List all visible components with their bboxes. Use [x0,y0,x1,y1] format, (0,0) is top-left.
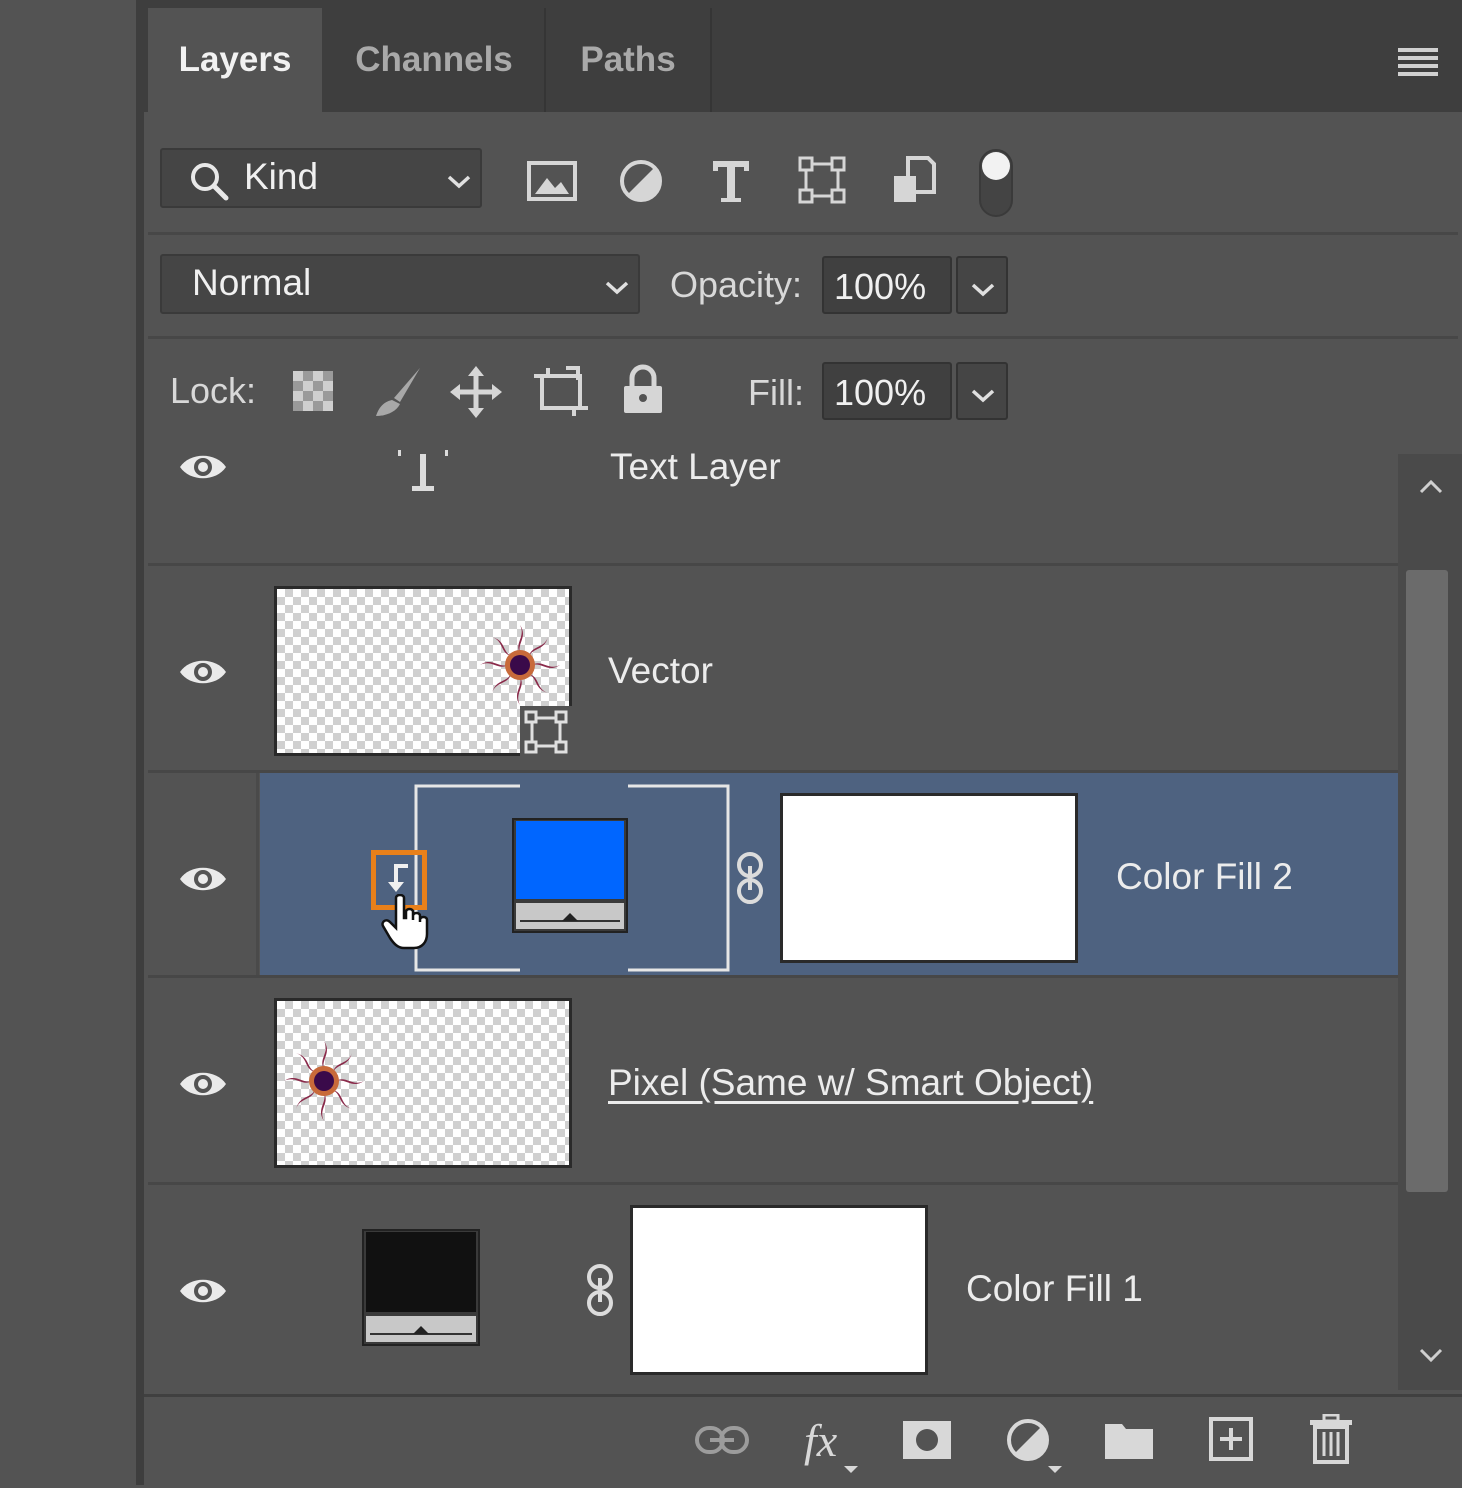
mask-link-icon[interactable] [734,850,766,906]
shape-filter-icon[interactable] [798,156,846,204]
visibility-eye-icon[interactable] [178,862,228,896]
left-gutter [0,0,136,1485]
add-mask-icon[interactable] [902,1420,952,1460]
panel-edge [136,0,144,1485]
hand-cursor-icon [381,894,429,950]
clipping-mask-arrow-icon[interactable] [384,862,414,896]
svg-text:fx: fx [804,1415,838,1466]
panel-menu-icon[interactable] [1398,46,1438,76]
visibility-eye-icon[interactable] [178,450,228,484]
scroll-up-icon[interactable] [1418,478,1444,496]
chevron-down-icon [605,281,629,295]
shape-layer-badge-icon [520,706,572,758]
link-layers-icon[interactable] [694,1422,750,1458]
kind-filter-label: Kind [244,156,319,197]
fill-color-swatch [516,821,624,899]
text-layer-icon [398,450,448,491]
fill-value: 100% [834,372,927,413]
chevron-down-icon [447,175,471,189]
blend-mode-value: Normal [192,262,312,303]
image-filter-icon[interactable] [527,160,577,202]
layer-name[interactable]: Color Fill 2 [1116,856,1293,898]
sun-graphic [284,1041,364,1121]
sun-graphic [480,625,560,705]
opacity-value: 100% [834,266,927,307]
layer-mask-thumbnail[interactable] [780,793,1078,963]
search-icon [191,163,229,201]
chevron-down-icon [971,389,995,403]
type-filter-icon[interactable] [710,158,752,204]
fill-slider-icon [516,903,624,929]
lock-image-pixels-icon[interactable] [372,364,424,418]
lock-position-icon[interactable] [450,366,502,418]
layer-name[interactable]: Color Fill 1 [966,1268,1143,1310]
scroll-down-icon[interactable] [1418,1346,1444,1364]
trash-icon[interactable] [1308,1414,1354,1464]
group-folder-icon[interactable] [1104,1420,1154,1460]
tab-paths[interactable]: Paths [546,8,712,112]
fx-icon[interactable]: fx [800,1414,866,1474]
visibility-eye-icon[interactable] [178,1067,228,1101]
separator [148,232,1458,235]
adjustment-layer-icon[interactable] [1006,1416,1066,1474]
layer-name[interactable]: Vector [608,650,713,692]
scrollbar-thumb[interactable] [1406,570,1448,1192]
layer-name[interactable]: Text Layer [610,446,781,488]
chevron-down-icon [971,283,995,297]
lock-all-icon[interactable] [622,364,664,414]
lock-label: Lock: [170,370,257,411]
tab-layers[interactable]: Layers [148,8,322,112]
smart-object-filter-icon[interactable] [892,156,936,204]
separator [148,336,1458,339]
lock-transparent-pixels-icon[interactable] [292,370,334,412]
fill-slider-icon [366,1316,476,1342]
layer-name[interactable]: Pixel (Same w/ Smart Object) [608,1062,1093,1104]
opacity-label: Opacity: [670,264,803,305]
fill-label: Fill: [748,372,804,413]
lock-artboard-icon[interactable] [534,366,588,418]
tab-channels[interactable]: Channels [324,8,546,112]
layer-mask-thumbnail[interactable] [630,1205,928,1375]
new-layer-icon[interactable] [1208,1416,1254,1462]
filter-toggle-icon[interactable] [978,148,1014,218]
mask-link-icon[interactable] [584,1262,616,1318]
fill-color-swatch [366,1232,476,1312]
visibility-eye-icon[interactable] [178,655,228,689]
adjustment-filter-icon[interactable] [618,158,664,204]
visibility-eye-icon[interactable] [178,1274,228,1308]
